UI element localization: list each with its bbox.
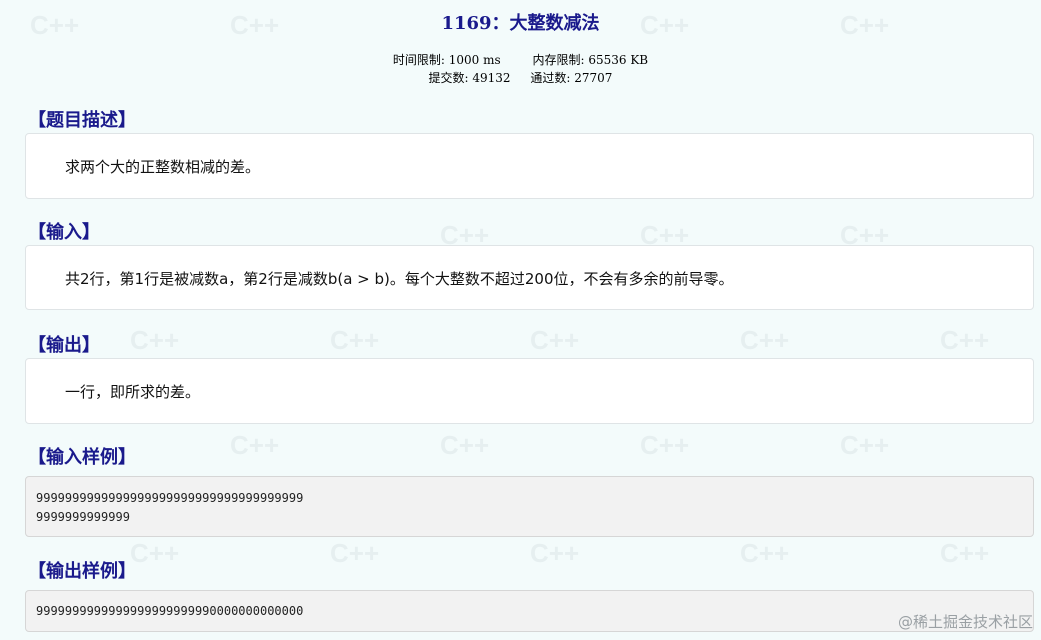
watermark-text: C++	[940, 538, 990, 568]
watermark-text: C++	[330, 538, 380, 568]
output-heading: 【输出】	[28, 335, 100, 356]
source-credit: @稀土掘金技术社区	[897, 613, 1033, 631]
sample-output-block[interactable]: 9999999999999999999999990000000000000	[25, 590, 1034, 632]
time-limit: 时间限制: 1000 ms	[392, 53, 501, 67]
description-text: 求两个大的正整数相减的差。	[65, 158, 261, 176]
watermark-background: C++ C++ C++ C++ C++ C++ C++ C++ C++ C++ …	[0, 0, 1041, 640]
input-box: 共2行，第1行是被减数a，第2行是减数b(a > b)。每个大整数不超过200位…	[25, 245, 1034, 310]
watermark-text: C++	[740, 538, 790, 568]
output-box: 一行，即所求的差。	[25, 358, 1034, 424]
sample-output-heading: 【输出样例】	[28, 561, 136, 582]
submission-count: 提交数: 49132	[428, 71, 511, 85]
sample-input-line: 9999999999999	[36, 510, 130, 524]
watermark-text: C++	[530, 325, 580, 355]
sample-output-line: 9999999999999999999999990000000000000	[36, 604, 304, 618]
output-text: 一行，即所求的差。	[65, 383, 201, 401]
watermark-text: C++	[940, 325, 990, 355]
watermark-text: C++	[440, 430, 490, 460]
watermark-text: C++	[530, 538, 580, 568]
memory-limit: 内存限制: 65536 KB	[532, 53, 649, 67]
watermark-text: C++	[640, 430, 690, 460]
accepted-count: 通过数: 27707	[530, 71, 613, 85]
watermark-text: C++	[740, 325, 790, 355]
watermark-text: C++	[130, 325, 180, 355]
input-text: 共2行，第1行是被减数a，第2行是减数b(a > b)。每个大整数不超过200位…	[65, 270, 734, 288]
watermark-text: C++	[230, 430, 280, 460]
sample-input-block[interactable]: 9999999999999999999999999999999999999 99…	[25, 476, 1034, 537]
problem-title: 1169：大整数减法	[441, 13, 600, 34]
watermark-text: C++	[130, 538, 180, 568]
description-heading: 【题目描述】	[28, 110, 136, 131]
sample-input-line: 9999999999999999999999999999999999999	[36, 491, 304, 505]
stats-row: 提交数: 49132 通过数: 27707	[0, 69, 1041, 86]
watermark-text: C++	[840, 430, 890, 460]
limits-row: 时间限制: 1000 ms 内存限制: 65536 KB	[0, 51, 1041, 68]
input-heading: 【输入】	[28, 222, 100, 243]
watermark-text: C++	[330, 325, 380, 355]
sample-input-heading: 【输入样例】	[28, 447, 136, 468]
description-box: 求两个大的正整数相减的差。	[25, 133, 1034, 199]
